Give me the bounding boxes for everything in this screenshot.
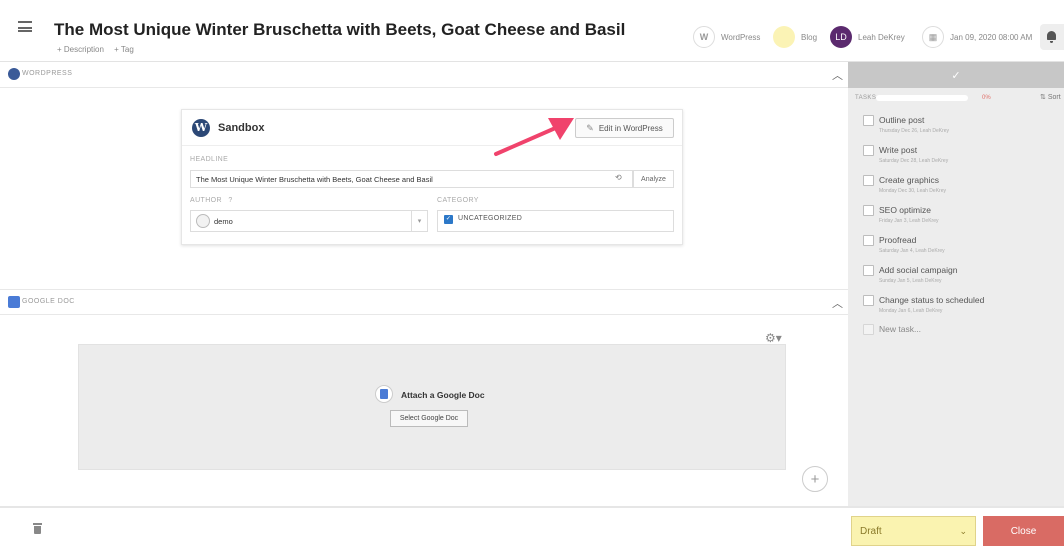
wordpress-icon (8, 68, 20, 80)
card-header: W Sandbox ✎ Edit in WordPress (182, 110, 682, 146)
google-doc-dropzone: Attach a Google Doc Select Google Doc (78, 344, 786, 470)
section-label: GOOGLE DOC (22, 298, 75, 305)
google-doc-section-header[interactable]: GOOGLE DOC ︿ (0, 289, 848, 315)
publish-date: Jan 09, 2020 08:00 AM (950, 32, 1033, 42)
author-select[interactable]: demo ▾ (190, 210, 428, 232)
wordpress-icon: W (693, 26, 715, 48)
task-name[interactable]: Proofread (879, 235, 916, 245)
headline-input[interactable]: The Most Unique Winter Bruschetta with B… (190, 170, 633, 188)
edit-button-label: Edit in WordPress (598, 123, 663, 133)
category-list: ✓ UNCATEGORIZED (437, 210, 674, 232)
tasks-progress-percent: 0% (982, 95, 991, 101)
owner-selector[interactable]: LD Leah DeKrey (830, 26, 905, 48)
add-description-link[interactable]: + Description (57, 45, 104, 54)
date-picker[interactable]: ▦ Jan 09, 2020 08:00 AM (922, 26, 1032, 48)
notifications-bell-icon[interactable] (1040, 24, 1064, 50)
chevron-down-icon: ▾ (411, 211, 427, 231)
blog-label: Blog (801, 32, 818, 42)
collapse-chevron-icon[interactable]: ︿ (832, 67, 843, 83)
title-sublinks: + Description + Tag (57, 45, 142, 54)
task-meta: Monday Dec 30, Leah DeKrey (879, 188, 946, 194)
tasks-label: TASKS (855, 95, 877, 101)
category-label: CATEGORY (437, 197, 479, 204)
site-name: Sandbox (218, 122, 265, 134)
avatar: LD (830, 26, 852, 48)
task-name[interactable]: Change status to scheduled (879, 295, 984, 305)
category-value: UNCATEGORIZED (458, 215, 523, 222)
wordpress-channel-label: WordPress (721, 32, 761, 42)
task-meta: Friday Jan 3, Leah DeKrey (879, 218, 939, 224)
chevron-down-icon: ⌄ (959, 526, 967, 536)
author-help-icon[interactable]: ? (228, 197, 232, 204)
calendar-icon: ▦ (922, 26, 944, 48)
task-checkbox[interactable] (863, 145, 874, 156)
task-name[interactable]: SEO optimize (879, 205, 931, 215)
author-label: AUTHOR ? (190, 197, 233, 204)
attach-google-doc-text: Attach a Google Doc (401, 390, 485, 400)
refresh-icon[interactable]: ⟲ (615, 173, 622, 182)
owner-name: Leah DeKrey (858, 32, 905, 42)
section-label: WORDPRESS (22, 70, 73, 77)
header: The Most Unique Winter Bruschetta with B… (0, 0, 1064, 62)
page-title[interactable]: The Most Unique Winter Bruschetta with B… (54, 20, 625, 40)
google-doc-icon (375, 385, 393, 403)
trash-icon[interactable] (33, 523, 42, 534)
task-checkbox[interactable] (863, 115, 874, 126)
task-name[interactable]: Create graphics (879, 175, 939, 185)
task-meta: Sunday Jan 5, Leah DeKrey (879, 278, 942, 284)
task-panel: ✓ TASKS 0% ⇅ Sort Outline post Thursday D… (848, 62, 1064, 506)
author-avatar (196, 214, 210, 228)
status-value: Draft (860, 525, 882, 537)
complete-check-icon[interactable]: ✓ (848, 62, 1064, 88)
blog-campaign[interactable]: Blog (773, 26, 817, 48)
tasks-progress-bar (876, 95, 968, 101)
status-select[interactable]: Draft ⌄ (851, 516, 976, 546)
sort-label: Sort (1047, 94, 1061, 101)
add-section-button[interactable]: + (802, 466, 828, 492)
task-checkbox[interactable] (863, 295, 874, 306)
wordpress-section-header[interactable]: WORDPRESS ︿ (0, 62, 848, 88)
edit-in-wordpress-button[interactable]: ✎ Edit in WordPress (575, 118, 674, 138)
menu-icon[interactable] (18, 21, 32, 32)
wordpress-channel[interactable]: W WordPress (693, 26, 760, 48)
wordpress-logo-icon: W (192, 119, 210, 137)
collapse-chevron-icon[interactable]: ︿ (832, 295, 843, 311)
task-meta: Saturday Jan 4, Leah DeKrey (879, 248, 945, 254)
footer: Draft ⌄ Close (0, 506, 1064, 546)
category-checkbox[interactable]: ✓ (444, 215, 453, 224)
author-label-text: AUTHOR (190, 197, 222, 204)
task-checkbox[interactable] (863, 235, 874, 246)
task-meta: Monday Jan 6, Leah DeKrey (879, 308, 943, 314)
task-checkbox[interactable] (863, 175, 874, 186)
task-name[interactable]: Outline post (879, 115, 924, 125)
task-name[interactable]: Write post (879, 145, 917, 155)
google-doc-icon (8, 296, 20, 308)
new-task-checkbox (863, 324, 874, 335)
task-checkbox[interactable] (863, 205, 874, 216)
blog-color-icon (773, 26, 795, 48)
task-meta: Saturday Dec 28, Leah DeKrey (879, 158, 949, 164)
annotation-arrow-icon (494, 118, 574, 156)
edit-icon: ✎ (586, 122, 594, 133)
select-google-doc-button[interactable]: Select Google Doc (390, 410, 468, 427)
add-tag-link[interactable]: + Tag (114, 45, 134, 54)
headline-label: HEADLINE (190, 156, 229, 163)
task-meta: Thursday Dec 26, Leah DeKrey (879, 128, 950, 134)
wordpress-card: W Sandbox ✎ Edit in WordPress HEADLINE T… (181, 109, 683, 245)
author-value: demo (214, 216, 233, 226)
analyze-button[interactable]: Analyze (633, 170, 674, 188)
task-name[interactable]: Add social campaign (879, 265, 957, 275)
close-button[interactable]: Close (983, 516, 1064, 546)
gear-icon[interactable]: ⚙▾ (765, 331, 782, 345)
new-task-input[interactable]: New task... (879, 324, 921, 334)
sort-button[interactable]: ⇅ Sort (1040, 93, 1061, 101)
task-checkbox[interactable] (863, 265, 874, 276)
